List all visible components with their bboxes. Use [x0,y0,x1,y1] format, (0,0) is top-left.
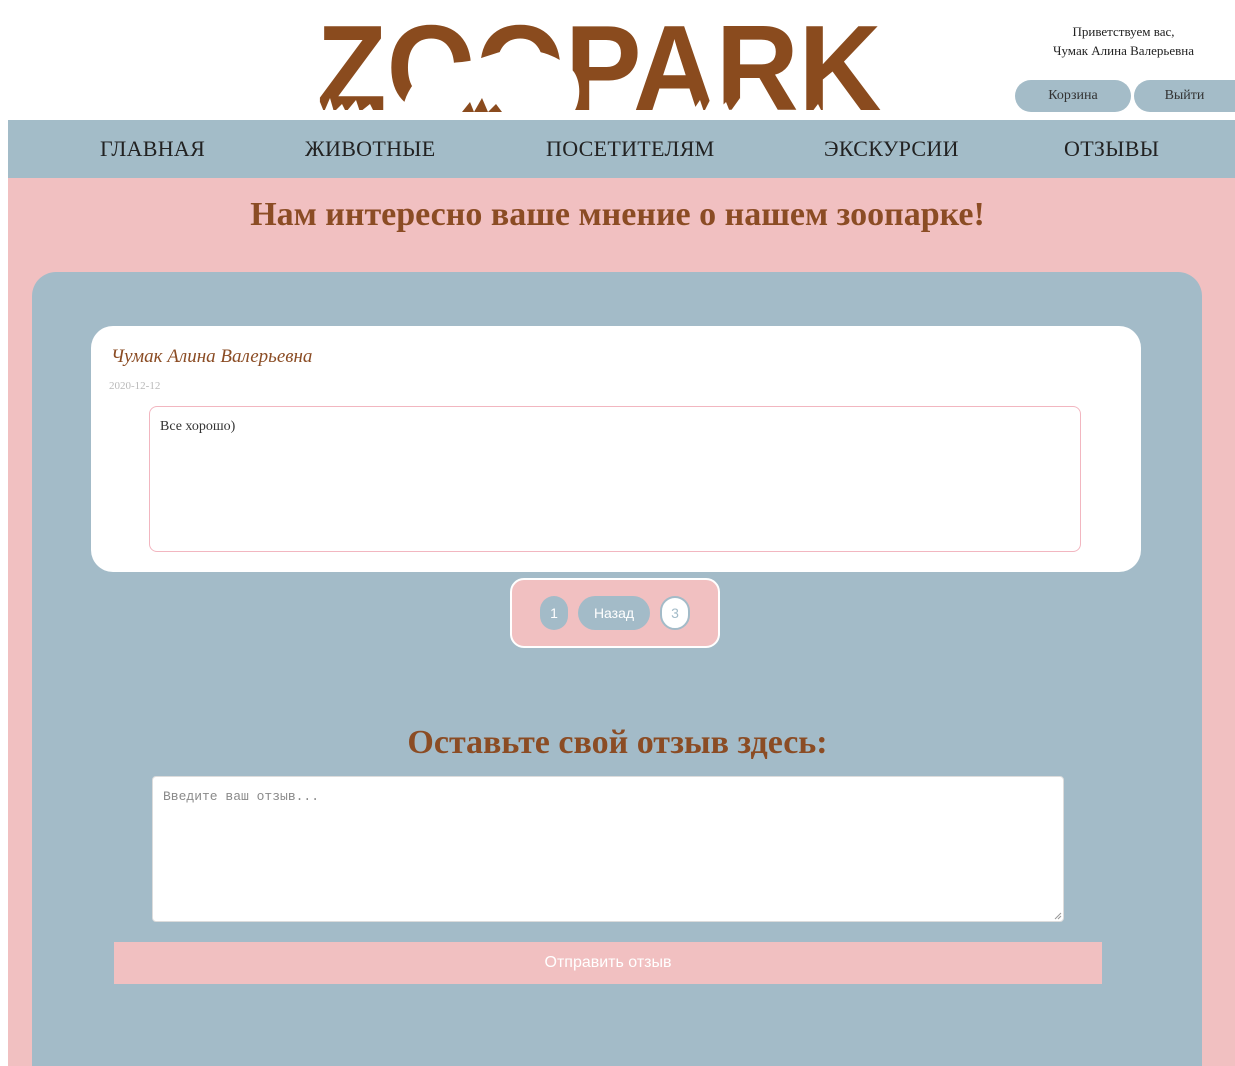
leave-review-title: Оставьте свой отзыв здесь: [407,724,828,761]
resize-grip-icon[interactable] [1052,910,1062,920]
nav-item-home[interactable]: ГЛАВНАЯ [100,120,205,178]
review-author: Чумак Алина Валерьевна [111,346,313,367]
nav-item-excursions[interactable]: ЭКСКУРСИИ [824,120,959,178]
header: ZOOPARK Приветствуем вас, Чумак Алина Ва… [0,0,1235,120]
page-3-button[interactable]: 3 [660,596,690,630]
zoopark-logo[interactable]: ZOOPARK [312,12,887,112]
user-name: Чумак Алина Валерьевна [1053,43,1194,58]
pagination: 1 Назад 3 [510,578,720,648]
logout-button[interactable]: Выйти [1134,80,1235,112]
svg-text:ZOOPARK: ZOOPARK [317,12,882,112]
page-title: Нам интересно ваше мнение о нашем зоопар… [250,196,985,233]
review-input[interactable] [152,776,1064,922]
main-nav: ГЛАВНАЯ ЖИВОТНЫЕ ПОСЕТИТЕЛЯМ ЭКСКУРСИИ О… [8,120,1235,178]
review-date: 2020-12-12 [109,380,161,392]
review-text: Все хорошо) [160,419,236,434]
nav-item-animals[interactable]: ЖИВОТНЫЕ [305,120,436,178]
nav-item-visitors[interactable]: ПОСЕТИТЕЛЯМ [546,120,715,178]
greeting: Приветствуем вас, Чумак Алина Валерьевна [1016,22,1231,60]
review-card: Чумак Алина Валерьевна 2020-12-12 Все хо… [91,326,1141,572]
review-text-box: Все хорошо) [149,406,1081,552]
greeting-line: Приветствуем вас, [1072,24,1175,39]
nav-item-reviews[interactable]: ОТЗЫВЫ [1064,120,1159,178]
cart-button[interactable]: Корзина [1015,80,1131,112]
back-button[interactable]: Назад [578,596,650,630]
submit-review-button[interactable]: Отправить отзыв [114,942,1102,984]
page-1-button[interactable]: 1 [540,596,568,630]
